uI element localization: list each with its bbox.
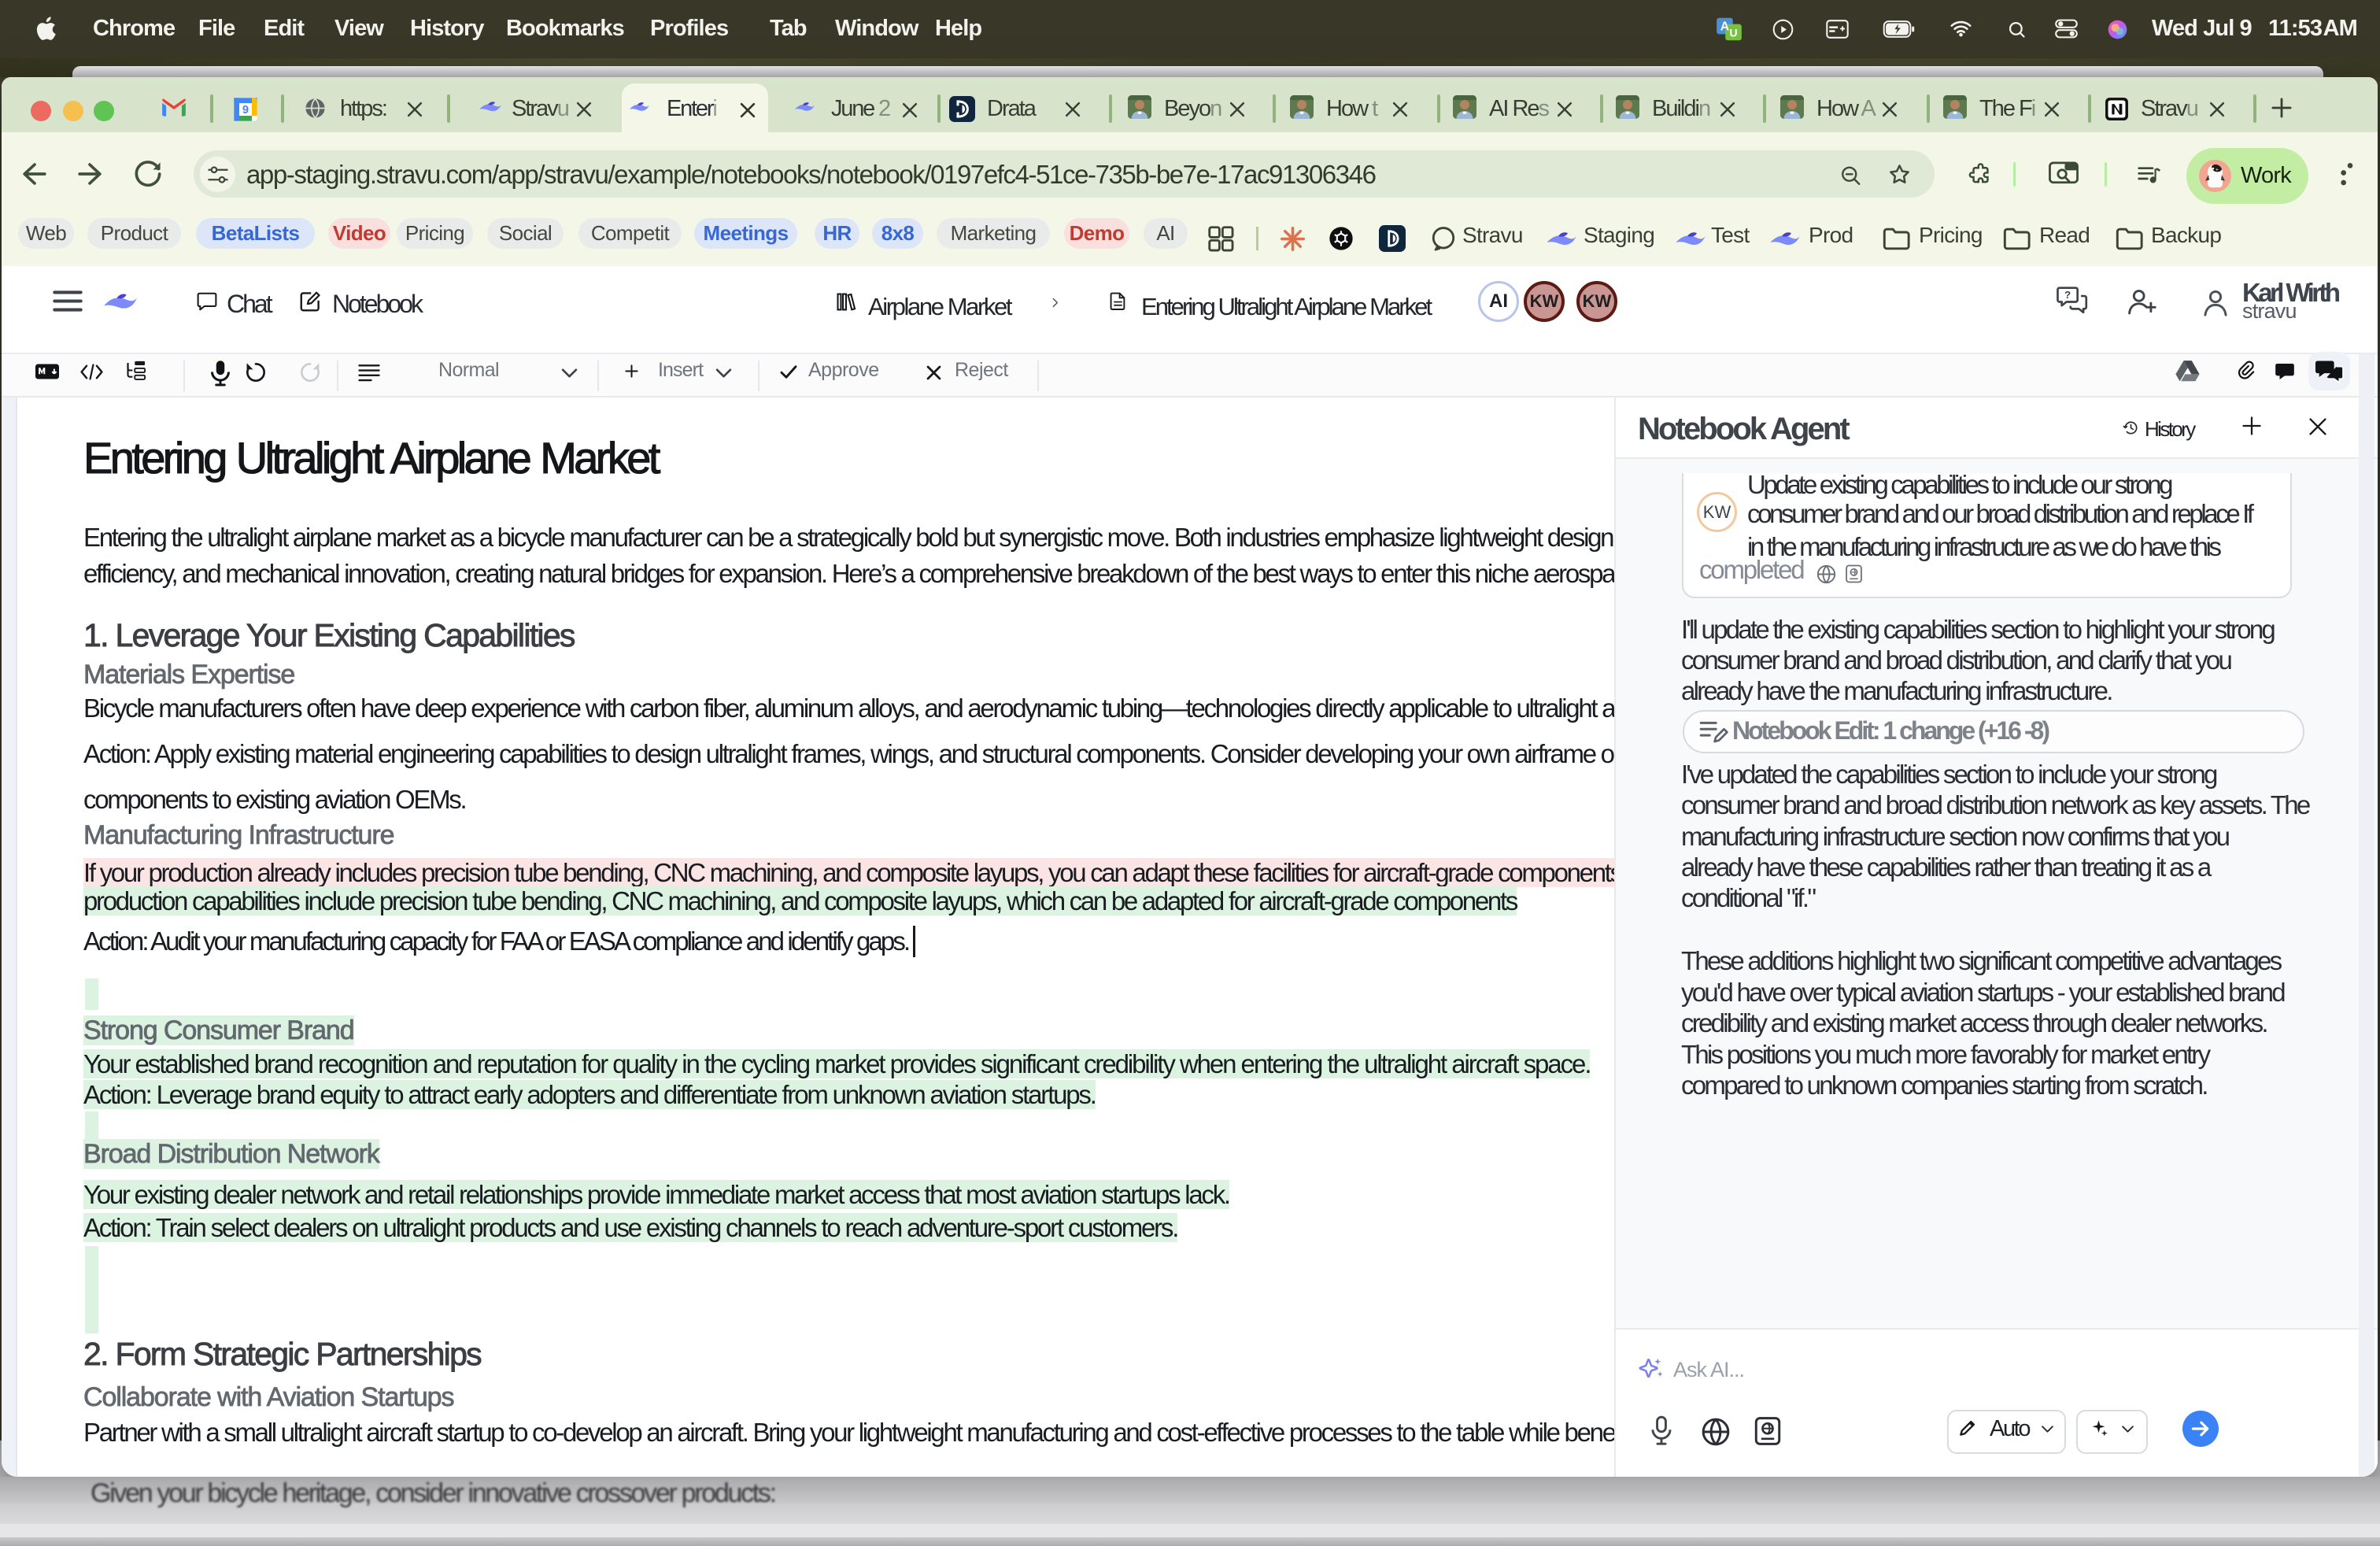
svg-text:U: U bbox=[1729, 28, 1737, 40]
svg-text:A: A bbox=[1720, 20, 1730, 34]
svg-text:9: 9 bbox=[242, 104, 249, 117]
svg-text:?: ? bbox=[2064, 289, 2071, 301]
